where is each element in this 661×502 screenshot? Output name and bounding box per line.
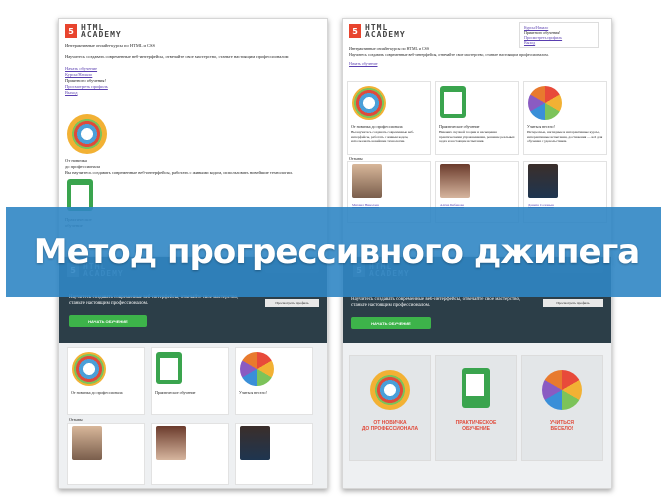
feature-1-title: От новичка до профессионала [71,390,123,395]
feature-card-2: Практическое обучение Никаких скучной те… [435,81,519,155]
compass-icon [370,370,410,410]
link-logout[interactable]: Выход [524,40,594,45]
reviews-heading: Отзывы [69,417,83,422]
feature-2-text: Никаких скучной теории и насыщения практ… [439,130,515,143]
card-2-title-2: ОБУЧЕНИЕ [462,426,490,432]
headline: Научитесь создавать современные веб-инте… [349,52,549,57]
avatar [528,164,558,198]
logo: 5 HTMLACADEMY [65,23,122,39]
feature-card-2: Практическое обучение [151,347,229,415]
avatar [240,426,270,460]
feature-3-title: Учиться весело! [239,390,267,395]
title-banner: Метод прогрессивного джипега [6,207,661,297]
logo-mark: 5 [65,24,77,38]
nav-links: Начать обучение Курсы/Начало Приятного о… [65,66,108,96]
tagline: Интерактивные онлайн-курсы по HTML и CSS [65,43,156,48]
feature-card-3: Учиться весело! [235,347,313,415]
feature-card-1: ОТ НОВИЧКА ДО ПРОФЕССИОНАЛА [349,355,431,461]
avatar [72,426,102,460]
start-link[interactable]: Начать обучение [349,61,378,67]
profile-button[interactable]: Просмотреть профиль [265,299,319,307]
user-menu: Курсы/Начало Приятного обучения! Просмот… [519,22,599,48]
card-3-title-2: ВЕСЕЛО! [550,426,574,432]
feature-card-3: УЧИТЬСЯ ВЕСЕЛО! [521,355,603,461]
avatar [440,164,470,198]
logo-text: HTMLACADEMY [81,23,122,39]
clipboard-icon [156,352,182,384]
clipboard-icon [440,86,466,118]
feature-card-2: ПРАКТИЧЕСКОЕ ОБУЧЕНИЕ [435,355,517,461]
compass-icon [352,86,386,120]
clipboard-icon [462,368,490,408]
ball-icon [542,370,582,410]
feature-1-text: Вы научитесь создавать современные веб-и… [351,130,415,143]
start-button[interactable]: НАЧАТЬ ОБУЧЕНИЕ [351,317,431,329]
logo: 5 HTMLACADEMY [349,23,406,39]
review-card-2 [151,423,229,485]
headline: Научитесь создавать современные веб-инте… [351,297,521,308]
headline: Научитесь создавать современные веб-инте… [65,54,289,59]
slide-frame: 5 HTML ACADEMY Интерактивные онлайн-курсы… [6,6,661,496]
link-logout[interactable]: Выход [65,90,108,96]
feature-2-title: Практическое обучение [155,390,196,395]
review-card-3 [235,423,313,485]
card-1-title-2: ДО ПРОФЕССИОНАЛА [361,426,419,432]
compass-icon [67,114,107,154]
profile-button[interactable]: Просмотреть профиль [543,299,603,307]
ball-icon [240,352,274,386]
logo-text: HTMLACADEMY [365,23,406,39]
tagline: Интерактивные онлайн-курсы по HTML и CSS [349,46,430,51]
feature-3-title: Учиться весело! [527,124,555,129]
level-text: Вы научитесь создавать современные веб-и… [65,170,293,175]
start-button[interactable]: НАЧАТЬ ОБУЧЕНИЕ [69,315,147,327]
ball-icon [528,86,562,120]
compass-icon [72,352,106,386]
feature-card-1: От новичка до профессионала [67,347,145,415]
review-card-1 [67,423,145,485]
feature-1-title: От новичка до профессионала [351,124,403,129]
feature-card-3: Учиться весело! Интересные, наглядные и … [523,81,607,155]
level-title-1: От новичка [65,158,87,163]
avatar [156,426,186,460]
avatar [352,164,382,198]
feature-3-text: Интересные, наглядные и интерактивные ку… [527,130,603,143]
logo-mark: 5 [349,24,361,38]
feature-2-title: Практическое обучение [439,124,480,129]
level-title-2: до профессионала [65,164,100,169]
feature-card-1: От новичка до профессионала Вы научитесь… [347,81,431,155]
banner-title: Метод прогрессивного джипега [33,232,640,272]
